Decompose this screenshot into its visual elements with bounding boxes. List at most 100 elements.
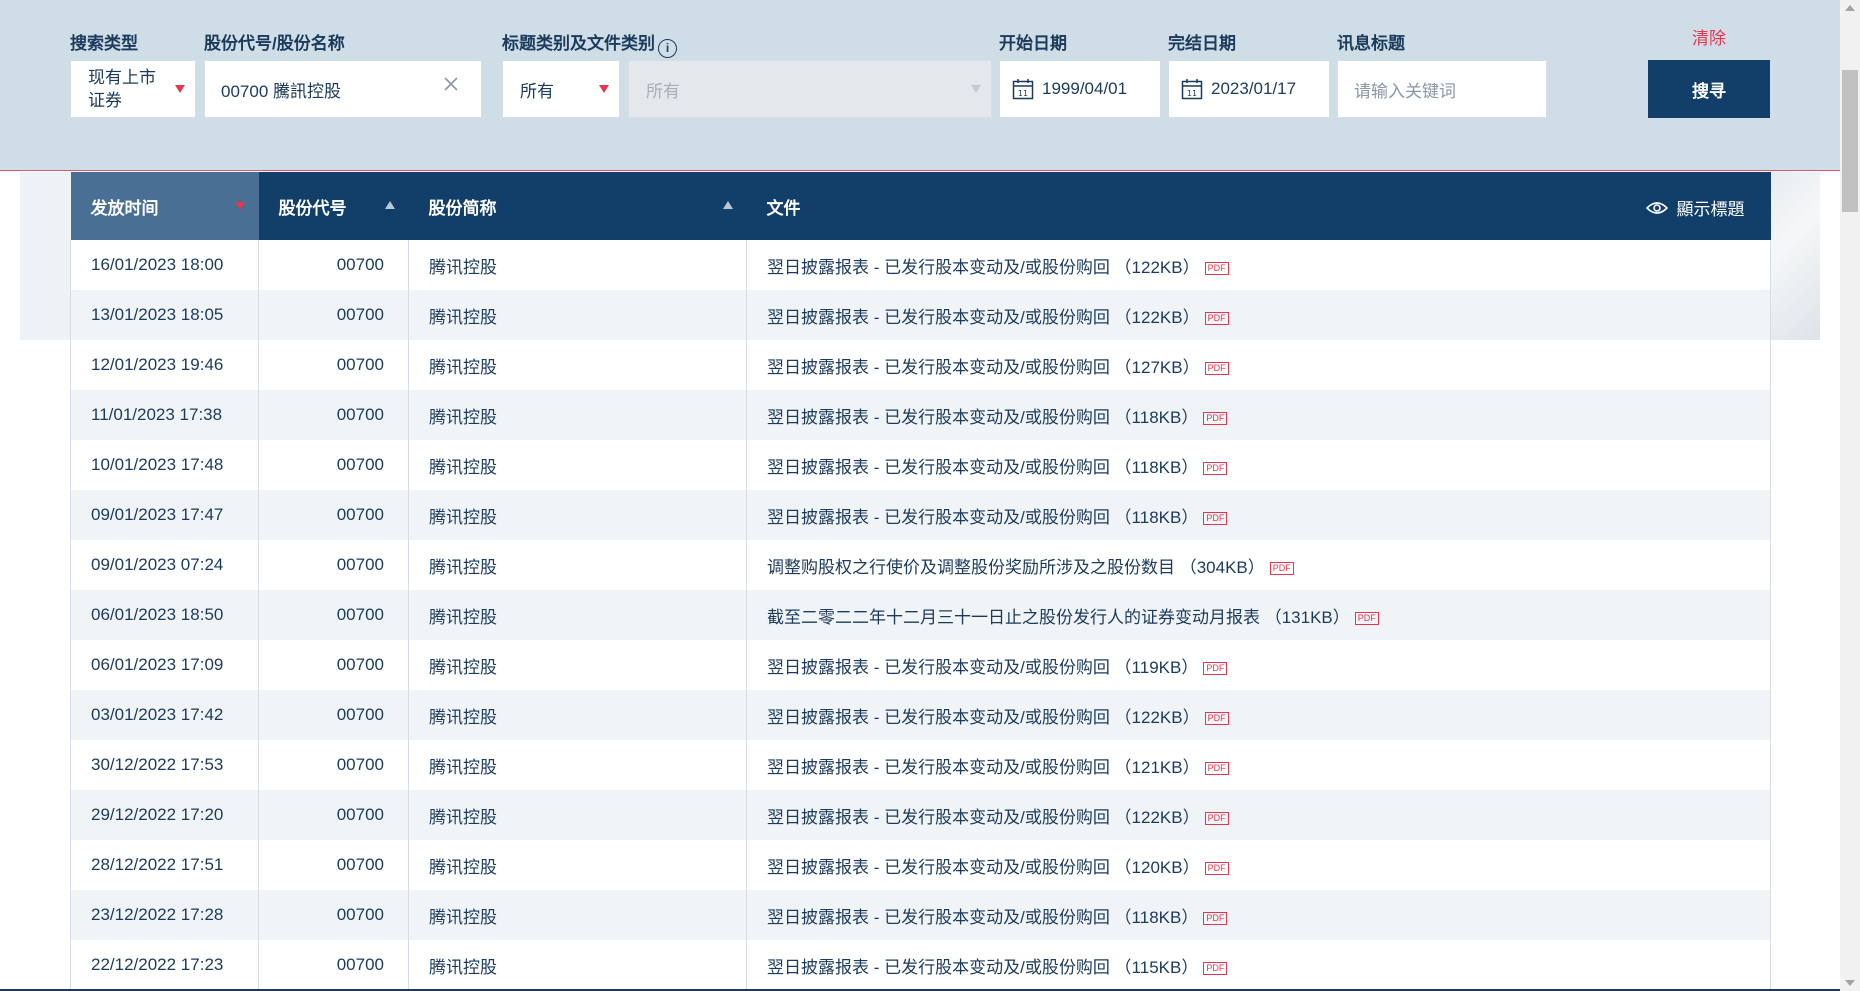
scroll-down-icon[interactable] — [1845, 980, 1855, 986]
document-link[interactable]: 翌日披露报表 - 已发行股本变动及/或股份购回 （121KB） — [767, 758, 1200, 777]
cell-doc: 翌日披露报表 - 已发行股本变动及/或股份购回 （118KB） PDF — [746, 440, 1771, 490]
column-header-code-label: 股份代号 — [278, 198, 347, 218]
column-header-name[interactable]: 股份简称 — [409, 172, 747, 240]
pdf-icon[interactable]: PDF — [1204, 311, 1229, 325]
document-link[interactable]: 翌日披露报表 - 已发行股本变动及/或股份购回 （127KB） — [767, 358, 1200, 377]
pdf-icon[interactable]: PDF — [1269, 561, 1294, 575]
scrollbar-thumb[interactable] — [1842, 70, 1858, 212]
cell-time: 13/01/2023 18:05 — [70, 290, 259, 340]
cell-doc: 翌日披露报表 - 已发行股本变动及/或股份购回 （118KB） PDF — [746, 890, 1771, 940]
cell-doc: 翌日披露报表 - 已发行股本变动及/或股份购回 （122KB） PDF — [746, 690, 1771, 740]
svg-text:11: 11 — [1187, 89, 1197, 98]
cell-name: 腾讯控股 — [408, 690, 747, 740]
cell-name: 腾讯控股 — [408, 440, 747, 490]
cell-time: 09/01/2023 07:24 — [70, 540, 259, 590]
doc-type-select[interactable]: 所有 — [628, 60, 992, 118]
cell-code: 00700 — [258, 640, 409, 690]
cell-time: 06/01/2023 18:50 — [70, 590, 259, 640]
stock-input[interactable]: 00700 騰訊控股 — [204, 60, 482, 118]
pdf-icon[interactable]: PDF — [1354, 611, 1379, 625]
column-header-time-label: 发放时间 — [90, 198, 159, 218]
document-link[interactable]: 翌日披露报表 - 已发行股本变动及/或股份购回 （118KB） — [767, 458, 1198, 477]
column-header-code[interactable]: 股份代号 — [259, 172, 409, 240]
cell-time: 16/01/2023 18:00 — [70, 240, 259, 290]
pdf-icon[interactable]: PDF — [1204, 261, 1229, 275]
cell-code: 00700 — [258, 390, 409, 440]
table-row: 09/01/2023 07:24 00700 腾讯控股 调整购股权之行使价及调整股份奖… — [70, 540, 1771, 590]
document-link[interactable]: 翌日披露报表 - 已发行股本变动及/或股份购回 （115KB） — [767, 958, 1198, 977]
end-date-input[interactable]: 11 2023/01/17 — [1168, 60, 1330, 118]
cell-code: 00700 — [258, 890, 409, 940]
doc-type-value: 所有 — [646, 81, 680, 101]
document-link[interactable]: 翌日披露报表 - 已发行股本变动及/或股份购回 （118KB） — [767, 508, 1198, 527]
column-header-doc: 文件 顯示標題 — [747, 172, 1771, 240]
cell-code: 00700 — [258, 490, 409, 540]
table-row: 06/01/2023 18:50 00700 腾讯控股 截至二零二二年十二月三十一日止… — [70, 590, 1771, 640]
cell-name: 腾讯控股 — [408, 490, 747, 540]
document-link[interactable]: 翌日披露报表 - 已发行股本变动及/或股份购回 （120KB） — [767, 858, 1200, 877]
page-scrollbar[interactable] — [1840, 0, 1860, 991]
info-icon[interactable]: i — [658, 39, 677, 58]
dropdown-caret-icon — [175, 85, 185, 93]
pdf-icon[interactable]: PDF — [1204, 811, 1229, 825]
scroll-up-icon[interactable] — [1845, 5, 1855, 11]
document-link[interactable]: 翌日披露报表 - 已发行股本变动及/或股份购回 （122KB） — [767, 808, 1200, 827]
search-type-select[interactable]: 现有上市证券 — [70, 60, 196, 118]
cell-name: 腾讯控股 — [408, 740, 747, 790]
table-row: 13/01/2023 18:05 00700 腾讯控股 翌日披露报表 - 已发行股本变… — [70, 290, 1771, 340]
cell-doc: 调整购股权之行使价及调整股份奖励所涉及之股份数目 （304KB） PDF — [746, 540, 1771, 590]
cell-code: 00700 — [258, 740, 409, 790]
keyword-label: 讯息标题 — [1337, 34, 1405, 53]
start-date-input[interactable]: 11 1999/04/01 — [999, 60, 1161, 118]
keyword-input[interactable]: 请输入关键词 — [1337, 60, 1547, 118]
cell-code: 00700 — [258, 290, 409, 340]
pdf-icon[interactable]: PDF — [1203, 961, 1228, 975]
clear-button[interactable]: 清除 — [1692, 24, 1726, 49]
pdf-icon[interactable]: PDF — [1203, 461, 1228, 475]
cell-name: 腾讯控股 — [408, 640, 747, 690]
cell-code: 00700 — [258, 340, 409, 390]
pdf-icon[interactable]: PDF — [1203, 511, 1228, 525]
calendar-icon: 11 — [1012, 79, 1034, 100]
pdf-icon[interactable]: PDF — [1203, 411, 1228, 425]
document-link[interactable]: 翌日披露报表 - 已发行股本变动及/或股份购回 （118KB） — [767, 408, 1198, 427]
cell-code: 00700 — [258, 690, 409, 740]
pdf-icon[interactable]: PDF — [1204, 711, 1229, 725]
table-row: 10/01/2023 17:48 00700 腾讯控股 翌日披露报表 - 已发行股本变… — [70, 440, 1771, 490]
document-link[interactable]: 翌日披露报表 - 已发行股本变动及/或股份购回 （118KB） — [767, 908, 1198, 927]
clear-x-icon[interactable] — [443, 76, 459, 97]
cell-name: 腾讯控股 — [408, 840, 747, 890]
pdf-icon[interactable]: PDF — [1204, 861, 1229, 875]
pdf-icon[interactable]: PDF — [1204, 761, 1229, 775]
table-row: 30/12/2022 17:53 00700 腾讯控股 翌日披露报表 - 已发行股本变… — [70, 740, 1771, 790]
cell-time: 06/01/2023 17:09 — [70, 640, 259, 690]
document-link[interactable]: 翌日披露报表 - 已发行股本变动及/或股份购回 （122KB） — [767, 708, 1200, 727]
pdf-icon[interactable]: PDF — [1203, 911, 1228, 925]
cell-code: 00700 — [258, 240, 409, 290]
svg-text:11: 11 — [1018, 89, 1028, 98]
category-select[interactable]: 所有 — [502, 60, 620, 118]
pdf-icon[interactable]: PDF — [1203, 661, 1228, 675]
document-link[interactable]: 截至二零二二年十二月三十一日止之股份发行人的证券变动月报表 （131KB） — [767, 608, 1350, 627]
cell-doc: 翌日披露报表 - 已发行股本变动及/或股份购回 （122KB） PDF — [746, 790, 1771, 840]
table-row: 12/01/2023 19:46 00700 腾讯控股 翌日披露报表 - 已发行股本变… — [70, 340, 1771, 390]
document-link[interactable]: 翌日披露报表 - 已发行股本变动及/或股份购回 （122KB） — [767, 258, 1200, 277]
search-button[interactable]: 搜寻 — [1648, 60, 1770, 118]
table-row: 11/01/2023 17:38 00700 腾讯控股 翌日披露报表 - 已发行股本变… — [70, 390, 1771, 440]
pdf-icon[interactable]: PDF — [1204, 361, 1229, 375]
show-titles-label: 顯示標題 — [1676, 200, 1745, 219]
cell-code: 00700 — [258, 790, 409, 840]
cell-name: 腾讯控股 — [408, 340, 747, 390]
cell-code: 00700 — [258, 840, 409, 890]
document-link[interactable]: 翌日披露报表 - 已发行股本变动及/或股份购回 （119KB） — [767, 658, 1198, 677]
cell-name: 腾讯控股 — [408, 240, 747, 290]
dropdown-caret-icon — [599, 85, 609, 93]
document-link[interactable]: 翌日披露报表 - 已发行股本变动及/或股份购回 （122KB） — [767, 308, 1200, 327]
cell-name: 腾讯控股 — [408, 290, 747, 340]
document-link[interactable]: 调整购股权之行使价及调整股份奖励所涉及之股份数目 （304KB） — [767, 558, 1265, 577]
show-titles-toggle[interactable]: 顯示標題 — [1645, 195, 1745, 220]
cell-time: 12/01/2023 19:46 — [70, 340, 259, 390]
column-header-name-label: 股份简称 — [428, 198, 497, 218]
cell-code: 00700 — [258, 940, 409, 990]
column-header-time[interactable]: 发放时间 — [70, 172, 259, 240]
